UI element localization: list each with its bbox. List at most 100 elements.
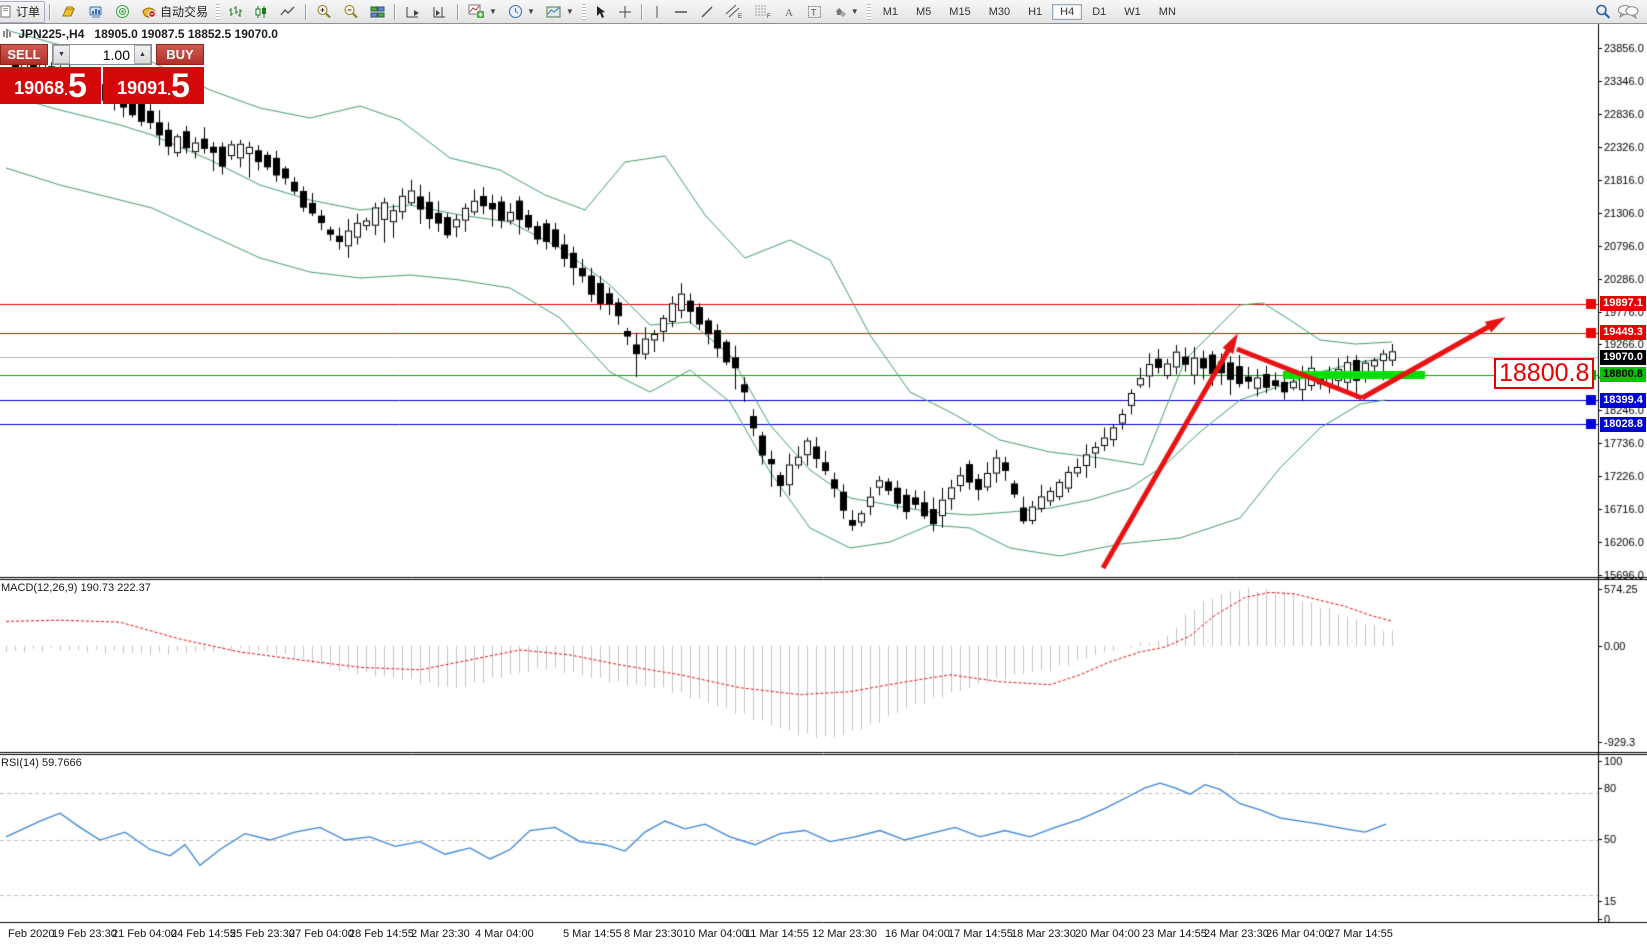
candlestick-icon (254, 5, 269, 19)
label-button[interactable]: T (802, 1, 827, 23)
search-icon[interactable] (1595, 4, 1611, 20)
auto-scroll-button[interactable] (400, 1, 426, 23)
price-badge-18028.8: 18028.8 (1600, 417, 1646, 432)
chart-symbol-period: JPN225-,H4 (18, 27, 84, 41)
volume-decrease-button[interactable]: ▼ (53, 45, 70, 64)
new-order-button[interactable]: 订单 (0, 1, 45, 23)
auto-scroll-icon (405, 5, 421, 19)
chevron-down-icon: ▼ (566, 7, 574, 16)
price-badge-19070.0: 19070.0 (1600, 350, 1646, 365)
chat-icon[interactable] (1617, 4, 1639, 19)
time-axis-label: 5 Mar 14:55 (563, 928, 622, 940)
buy-button[interactable]: BUY (156, 44, 204, 65)
time-axis-label: 12 Mar 23:30 (812, 928, 877, 940)
cursor-button[interactable] (589, 1, 612, 23)
support-price-label[interactable]: 18800.8 (1494, 358, 1594, 389)
trendline-button[interactable] (695, 1, 719, 23)
chart-shift-icon (432, 5, 448, 19)
channel-button[interactable]: E (720, 1, 748, 23)
time-axis-label: 25 Feb 23:30 (230, 928, 295, 940)
gold-button[interactable] (55, 1, 82, 23)
time-axis-label: 26 Mar 04:00 (1266, 928, 1331, 940)
timeframe-m15[interactable]: M15 (941, 4, 978, 20)
toolbar-separator (457, 4, 459, 20)
buy-price[interactable]: 19091 . 5 (103, 67, 204, 104)
price-badge-19449.3: 19449.3 (1600, 325, 1646, 340)
bar-chart-button[interactable] (223, 1, 248, 23)
timeframe-w1[interactable]: W1 (1116, 4, 1149, 20)
periods-button[interactable]: ▼ (503, 1, 540, 23)
timeframe-h4[interactable]: H4 (1052, 4, 1082, 20)
autotrade-button[interactable]: 自动交易 (136, 1, 213, 23)
zoom-out-button[interactable] (338, 1, 364, 23)
horizontal-line-button[interactable] (668, 1, 694, 23)
crosshair-icon (618, 5, 632, 19)
indicators-button[interactable]: ▼ (463, 1, 502, 23)
bar-chart-icon (228, 5, 243, 19)
sell-price-main: 19068 (14, 73, 64, 103)
tile-windows-button[interactable] (365, 1, 390, 23)
time-axis-label: 19 Feb 23:30 (52, 928, 117, 940)
line-chart-icon (280, 5, 296, 19)
sell-button[interactable]: SELL (0, 44, 48, 65)
macd-indicator-label: MACD(12,26,9) 190.73 222.37 (1, 582, 151, 594)
buy-price-main: 19091 (117, 73, 167, 103)
gold-icon (60, 5, 77, 19)
timeframe-m1[interactable]: M1 (875, 4, 906, 20)
main-toolbar: 订单 自动交易 ▼ ▼ (0, 0, 1647, 24)
signal-button[interactable] (110, 1, 135, 23)
vertical-line-button[interactable] (647, 1, 667, 23)
toolbar-grip (216, 4, 220, 20)
chart-window-icon (2, 29, 11, 38)
timeframe-h1[interactable]: H1 (1020, 4, 1050, 20)
time-axis-label: 27 Feb 04:00 (289, 928, 354, 940)
chevron-down-icon: ▼ (489, 7, 497, 16)
timeframe-d1[interactable]: D1 (1084, 4, 1114, 20)
autotrade-icon (141, 5, 157, 19)
svg-text:F: F (767, 14, 771, 19)
time-axis-label: 4 Mar 04:00 (475, 928, 534, 940)
line-chart-button[interactable] (275, 1, 301, 23)
toolbar-separator (641, 4, 643, 20)
toolbar-separator (394, 4, 396, 20)
price-badge-18800.8: 18800.8 (1600, 367, 1646, 382)
sell-price[interactable]: 19068 . 5 (0, 67, 101, 104)
candlestick-button[interactable] (249, 1, 274, 23)
time-axis-label: 21 Feb 04:00 (112, 928, 177, 940)
arrows-button[interactable]: ▼ (828, 1, 864, 23)
chart-shift-button[interactable] (427, 1, 453, 23)
sell-price-big-digit: 5 (68, 69, 87, 103)
price-chart[interactable] (0, 0, 1647, 946)
zoom-in-icon (316, 4, 332, 19)
chart-title: JPN225-,H4 18905.0 19087.5 18852.5 19070… (2, 27, 278, 41)
volume-increase-button[interactable]: ▲ (134, 45, 151, 64)
horizontal-line-icon (673, 5, 689, 19)
periods-icon (508, 4, 523, 19)
toolbar-separator (305, 4, 307, 20)
time-axis-label: 27 Mar 14:55 (1328, 928, 1393, 940)
trendline-icon (700, 5, 714, 19)
crosshair-button[interactable] (613, 1, 637, 23)
cursor-icon (594, 5, 607, 19)
chevron-down-icon: ▼ (851, 7, 859, 16)
channel-icon: E (725, 4, 743, 19)
time-axis-label: Feb 2020 (8, 928, 54, 940)
text-button[interactable]: A (778, 1, 801, 23)
timeframe-m30[interactable]: M30 (981, 4, 1018, 20)
autotrade-label: 自动交易 (160, 3, 208, 20)
new-order-icon (0, 5, 13, 18)
timeframe-m5[interactable]: M5 (908, 4, 939, 20)
toolbar-grip (582, 4, 586, 20)
buy-price-big-digit: 5 (171, 69, 190, 103)
one-click-trading-panel: SELL ▼ ▲ BUY 19068 . 5 19091 . 5 (0, 44, 204, 104)
volume-input[interactable] (70, 45, 134, 64)
rsi-indicator-label: RSI(14) 59.7666 (1, 757, 82, 769)
zoom-in-button[interactable] (311, 1, 337, 23)
svg-text:A: A (785, 7, 793, 19)
fibonacci-button[interactable]: F (749, 1, 777, 23)
timeframe-mn[interactable]: MN (1151, 4, 1184, 20)
report-button[interactable] (83, 1, 109, 23)
svg-text:E: E (738, 14, 742, 19)
templates-button[interactable]: ▼ (541, 1, 579, 23)
time-axis-label: 28 Feb 14:55 (349, 928, 414, 940)
